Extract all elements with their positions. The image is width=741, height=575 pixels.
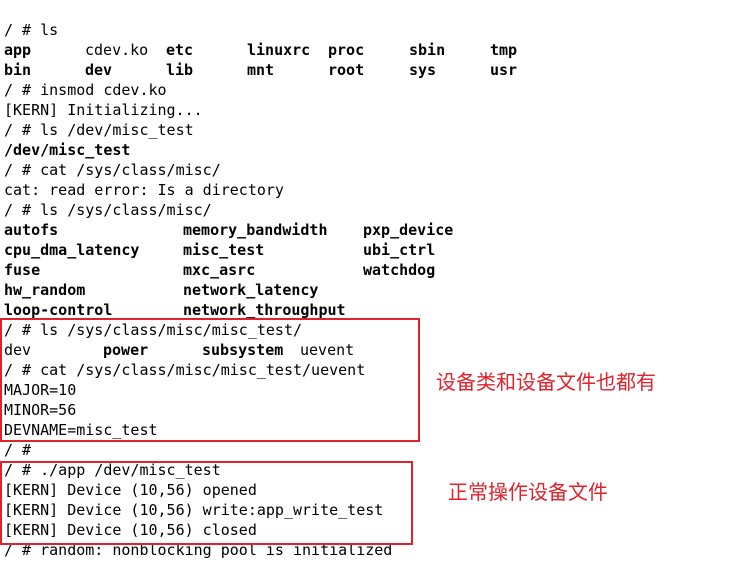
ls-output-row: hw_random network_latency	[4, 280, 318, 300]
dir-entry: tmp	[490, 41, 518, 59]
dir-entry: sbin	[409, 41, 446, 59]
prompt-line: / # ls /sys/class/misc/	[4, 201, 212, 219]
dir-entry: cpu_dma_latency	[4, 241, 140, 259]
file-entry: cdev.ko	[85, 41, 149, 59]
ls-output-row: cpu_dma_latency misc_test ubi_ctrl	[4, 240, 435, 260]
dir-entry: loop-control	[4, 301, 113, 319]
dir-entry: memory_bandwidth	[183, 221, 328, 239]
dir-entry: misc_test	[183, 241, 265, 259]
annotation-device-class-note: 设备类和设备文件也都有	[436, 370, 656, 394]
prompt-line: / # ls /dev/misc_test	[4, 121, 194, 139]
prompt-line: / # cat /sys/class/misc/	[4, 161, 221, 179]
dir-entry: network_throughput	[183, 301, 346, 319]
ls-output-row: app cdev.ko etc linuxrc proc sbin tmp	[4, 40, 517, 60]
dir-entry: fuse	[4, 261, 41, 279]
dir-entry: bin	[4, 61, 32, 79]
prompt-line: / #	[4, 441, 32, 459]
dir-entry: dev	[85, 61, 113, 79]
dir-entry: hw_random	[4, 281, 86, 299]
dir-entry: usr	[490, 61, 518, 79]
dir-entry: etc	[166, 41, 194, 59]
file-entry: linuxrc	[247, 41, 311, 59]
dir-entry: ubi_ctrl	[363, 241, 436, 259]
ls-output-line: /dev/misc_test	[4, 141, 131, 159]
ls-output-row: loop-control network_throughput	[4, 300, 346, 320]
dir-entry: mxc_asrc	[183, 261, 256, 279]
dir-entry: app	[4, 41, 32, 59]
dir-entry: network_latency	[183, 281, 319, 299]
dir-entry: autofs	[4, 221, 59, 239]
kernel-log-line: [KERN] Initializing...	[4, 101, 203, 119]
highlight-box-app	[0, 461, 413, 545]
annotation-device-file-note: 正常操作设备文件	[448, 480, 608, 504]
prompt-line: / # insmod cdev.ko	[4, 81, 167, 99]
dir-entry: watchdog	[363, 261, 436, 279]
dir-entry: mnt	[247, 61, 275, 79]
dir-entry: root	[328, 61, 365, 79]
prompt-line: / # ls	[4, 21, 59, 39]
ls-output-row: bin dev lib mnt root sys usr	[4, 60, 517, 80]
error-output-line: cat: read error: Is a directory	[4, 181, 284, 199]
ls-output-row: fuse mxc_asrc watchdog	[4, 260, 435, 280]
ls-output-row: autofs memory_bandwidth pxp_device	[4, 220, 453, 240]
dir-entry: sys	[409, 61, 437, 79]
dir-entry: pxp_device	[363, 221, 454, 239]
highlight-box-sysfs	[0, 318, 420, 442]
dir-entry: lib	[166, 61, 194, 79]
dir-entry: proc	[328, 41, 365, 59]
